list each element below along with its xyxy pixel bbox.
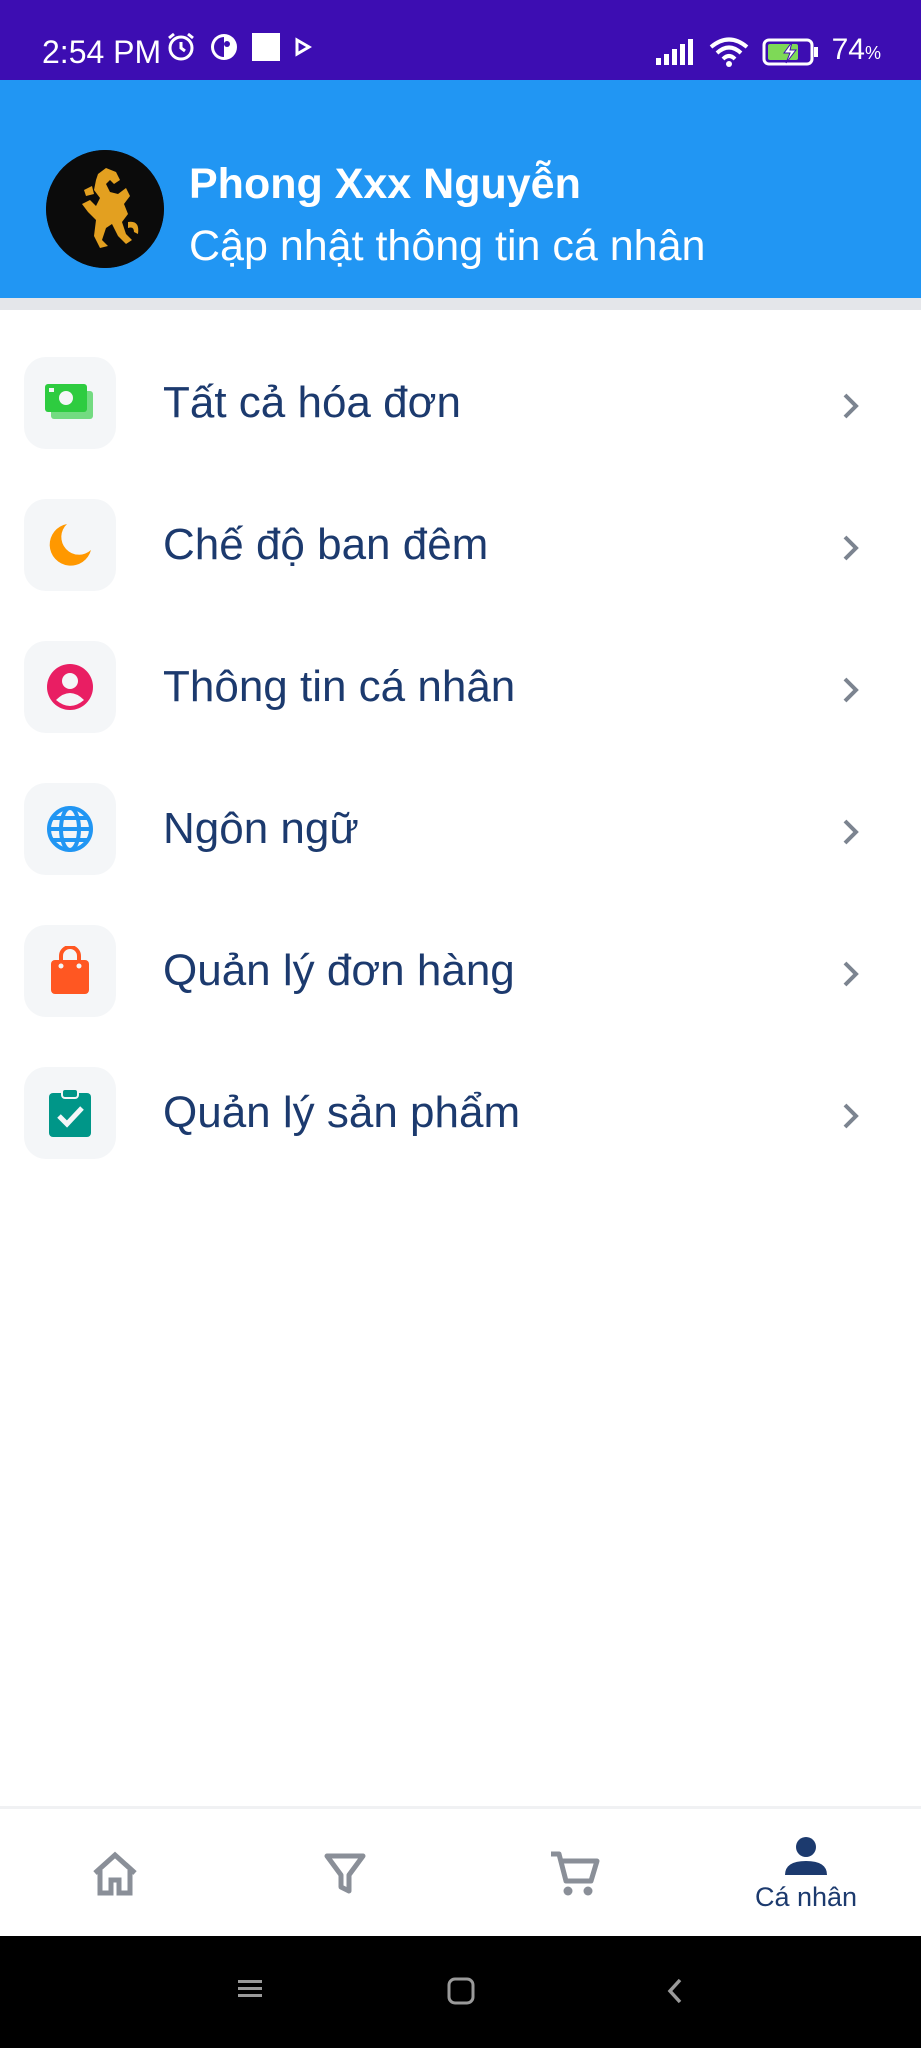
menu-item-label: Quản lý sản phẩm — [163, 1088, 521, 1137]
filter-icon — [324, 1853, 366, 1894]
signal-icon — [655, 38, 693, 65]
menu-item-order-management[interactable]: Quản lý đơn hàng — [0, 878, 921, 1020]
menu-item-label: Tất cả hóa đơn — [163, 378, 461, 427]
play-store-icon — [295, 37, 312, 57]
back-icon[interactable] — [664, 1976, 686, 2006]
nav-tab-profile[interactable]: Cá nhân — [691, 1809, 921, 1939]
menu-icon-container — [24, 499, 116, 591]
status-notification-icons — [165, 31, 313, 63]
nav-tab-label: Cá nhân — [754, 1882, 858, 1912]
chevron-right-icon — [843, 393, 859, 419]
menu-icon-container — [24, 1067, 116, 1159]
status-bar: 2:54 PM 74% — [0, 0, 921, 80]
bills-icon — [45, 384, 93, 419]
system-navigation-bar — [0, 1936, 921, 2048]
chevron-right-icon — [843, 677, 859, 703]
menu-icon-container — [24, 783, 116, 875]
account-circle-icon — [47, 664, 93, 710]
header-divider — [0, 298, 921, 310]
menu-item-label: Quản lý đơn hàng — [163, 946, 515, 995]
nav-tab-filter[interactable] — [230, 1809, 460, 1939]
menu-item-label: Chế độ ban đêm — [163, 520, 489, 569]
nav-tab-cart[interactable] — [460, 1809, 690, 1939]
recents-icon[interactable] — [236, 1976, 264, 2002]
avatar[interactable] — [46, 150, 164, 268]
shopping-bag-icon — [51, 946, 89, 994]
home-icon — [93, 1851, 137, 1896]
square-notification-icon — [252, 33, 280, 61]
profile-header[interactable]: Phong Xxx Nguyễn Cập nhật thông tin cá n… — [0, 80, 921, 298]
update-profile-link[interactable]: Cập nhật thông tin cá nhân — [189, 220, 705, 272]
menu-item-personal-info[interactable]: Thông tin cá nhân — [0, 594, 921, 736]
chevron-right-icon — [843, 1103, 859, 1129]
clipboard-check-icon — [49, 1088, 91, 1137]
menu-icon-container — [24, 357, 116, 449]
chevron-right-icon — [843, 819, 859, 845]
alarm-icon — [168, 32, 194, 61]
globe-icon — [47, 806, 93, 852]
person-icon — [785, 1837, 827, 1875]
lion-crest-icon — [46, 150, 164, 268]
status-system-icons: 74% — [654, 30, 881, 73]
menu-icon-container — [24, 641, 116, 733]
home-button-icon[interactable] — [446, 1976, 476, 2006]
chevron-right-icon — [843, 961, 859, 987]
battery-icon — [762, 38, 818, 65]
profile-name: Phong Xxx Nguyễn — [189, 160, 581, 208]
cart-icon — [551, 1851, 600, 1896]
menu-icon-container — [24, 925, 116, 1017]
chevron-right-icon — [843, 535, 859, 561]
menu-item-label: Ngôn ngữ — [163, 804, 359, 853]
nav-tab-home[interactable] — [0, 1809, 230, 1939]
app-notification-icon — [211, 34, 237, 60]
wifi-icon — [709, 37, 748, 67]
menu-item-night-mode[interactable]: Chế độ ban đêm — [0, 452, 921, 594]
status-time: 2:54 PM — [42, 34, 162, 70]
battery-percent: 74% — [831, 33, 881, 66]
bottom-navigation: Cá nhân — [0, 1806, 921, 1939]
menu-item-language[interactable]: Ngôn ngữ — [0, 736, 921, 878]
menu-item-product-management[interactable]: Quản lý sản phẩm — [0, 1020, 921, 1162]
moon-icon — [49, 524, 91, 566]
menu-item-all-bills[interactable]: Tất cả hóa đơn — [0, 310, 921, 452]
menu-item-label: Thông tin cá nhân — [163, 662, 516, 711]
